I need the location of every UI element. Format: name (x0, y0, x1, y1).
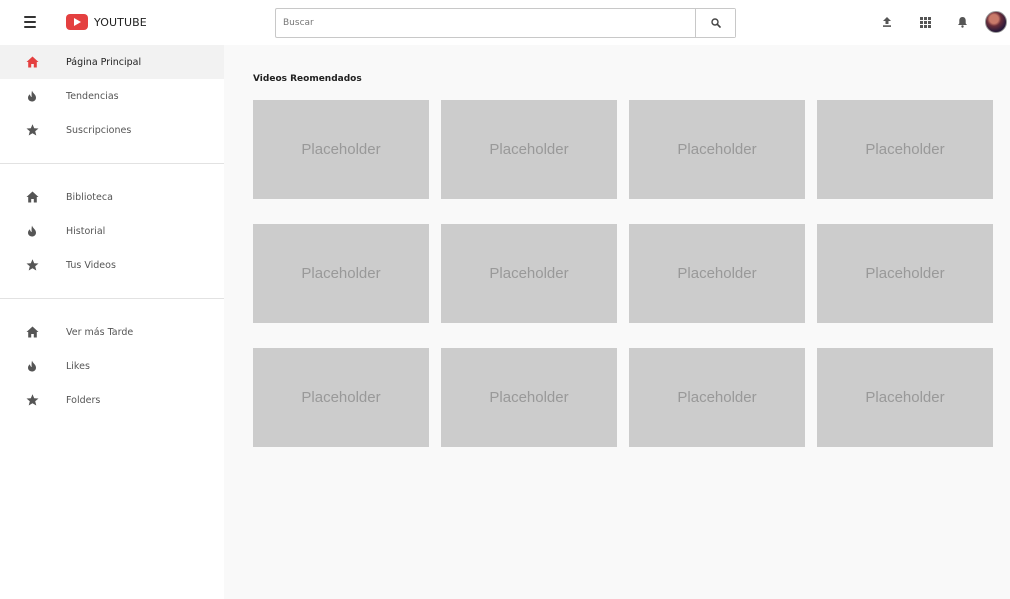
search-icon (710, 18, 721, 28)
sidebar-item-likes[interactable]: Likes (0, 349, 224, 383)
sidebar-item-label: Tendencias (66, 90, 119, 102)
sidebar-item-biblioteca[interactable]: Biblioteca (0, 180, 224, 214)
sidebar-item-label: Página Principal (66, 56, 142, 68)
thumbnail-label: Placeholder (489, 265, 569, 282)
sidebar-item-ver-mas-tarde[interactable]: Ver más Tarde (0, 315, 224, 349)
sidebar-group-main: Página Principal Tendencias Suscripcione… (0, 45, 224, 163)
home-icon (25, 190, 39, 204)
flame-icon (25, 359, 39, 373)
thumbnail-label: Placeholder (489, 389, 569, 406)
thumbnail-label: Placeholder (489, 141, 569, 158)
thumbnail-label: Placeholder (677, 389, 757, 406)
sidebar-item-label: Folders (66, 394, 101, 406)
video-thumbnail[interactable]: Placeholder (441, 224, 617, 323)
sidebar-item-label: Tus Videos (66, 259, 116, 271)
sidebar-item-label: Suscripciones (66, 124, 132, 136)
sidebar-item-pagina-principal[interactable]: Página Principal (0, 45, 224, 79)
sidebar-item-label: Likes (66, 360, 90, 372)
video-thumbnail[interactable]: Placeholder (441, 100, 617, 199)
sidebar-item-historial[interactable]: Historial (0, 214, 224, 248)
search-bar (275, 8, 736, 38)
star-icon (25, 123, 39, 137)
menu-icon[interactable] (24, 14, 40, 30)
flame-icon (25, 89, 39, 103)
video-thumbnail[interactable]: Placeholder (253, 224, 429, 323)
video-thumbnail[interactable]: Placeholder (253, 100, 429, 199)
search-button[interactable] (695, 9, 735, 37)
sidebar-item-suscripciones[interactable]: Suscripciones (0, 113, 224, 147)
top-bar: YOUTUBE (0, 0, 1010, 45)
thumbnail-label: Placeholder (677, 141, 757, 158)
home-icon (25, 325, 39, 339)
bell-icon[interactable] (954, 14, 970, 30)
search-input[interactable] (276, 9, 695, 37)
sidebar: Página Principal Tendencias Suscripcione… (0, 45, 224, 599)
video-thumbnail[interactable]: Placeholder (253, 348, 429, 447)
video-thumbnail[interactable]: Placeholder (817, 224, 993, 323)
star-icon (25, 258, 39, 272)
thumbnail-label: Placeholder (301, 265, 381, 282)
apps-grid-icon[interactable] (917, 14, 933, 30)
sidebar-group-saved: Ver más Tarde Likes Folders (0, 299, 224, 417)
avatar[interactable] (985, 11, 1007, 33)
home-icon (25, 55, 39, 69)
thumbnail-label: Placeholder (677, 265, 757, 282)
logo[interactable]: YOUTUBE (66, 12, 147, 32)
upload-icon[interactable] (879, 14, 895, 30)
thumbnail-label: Placeholder (301, 141, 381, 158)
sidebar-item-label: Biblioteca (66, 191, 113, 203)
sidebar-item-folders[interactable]: Folders (0, 383, 224, 417)
video-thumbnail[interactable]: Placeholder (629, 224, 805, 323)
logo-text: YOUTUBE (94, 15, 147, 29)
thumbnail-label: Placeholder (865, 265, 945, 282)
sidebar-item-label: Historial (66, 225, 106, 237)
flame-icon (25, 224, 39, 238)
video-thumbnail[interactable]: Placeholder (629, 100, 805, 199)
video-grid: Placeholder Placeholder Placeholder Plac… (253, 100, 993, 447)
video-thumbnail[interactable]: Placeholder (817, 348, 993, 447)
video-thumbnail[interactable]: Placeholder (817, 100, 993, 199)
sidebar-item-tendencias[interactable]: Tendencias (0, 79, 224, 113)
thumbnail-label: Placeholder (865, 389, 945, 406)
star-icon (25, 393, 39, 407)
sidebar-item-tus-videos[interactable]: Tus Videos (0, 248, 224, 282)
thumbnail-label: Placeholder (865, 141, 945, 158)
video-thumbnail[interactable]: Placeholder (629, 348, 805, 447)
video-thumbnail[interactable]: Placeholder (441, 348, 617, 447)
section-title: Videos Reomendados (253, 74, 362, 84)
play-logo-icon (66, 14, 88, 30)
main-content: Videos Reomendados Placeholder Placehold… (224, 45, 1010, 599)
sidebar-item-label: Ver más Tarde (66, 326, 134, 338)
thumbnail-label: Placeholder (301, 389, 381, 406)
sidebar-group-library: Biblioteca Historial Tus Videos (0, 164, 224, 298)
